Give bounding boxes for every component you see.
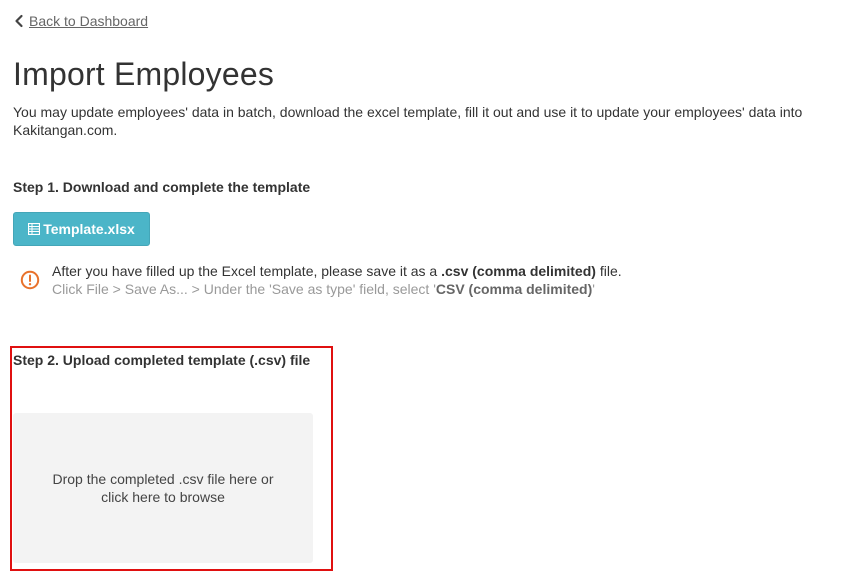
step1-title: Step 1. Download and complete the templa… [13,179,311,195]
spreadsheet-icon [28,223,41,235]
warning-circle-icon [20,270,40,290]
csv-dropzone[interactable]: Drop the completed .csv file here or cli… [13,413,313,563]
intro-text: You may update employees' data in batch,… [13,104,803,138]
step2-title: Step 2. Upload completed template (.csv)… [13,352,311,368]
template-button-label: Template.xlsx [43,221,135,237]
back-link-label: Back to Dashboard [29,13,149,29]
back-to-dashboard-link[interactable]: Back to Dashboard [13,13,148,29]
save-as-csv-notice: After you have filled up the Excel templ… [20,262,622,298]
dropzone-text: Drop the completed .csv file here or cli… [52,471,274,505]
chevron-left-icon [15,14,23,28]
import-employees-page: Back to Dashboard Import Employees You m… [0,0,862,577]
page-title: Import Employees [13,56,275,92]
notice-line-1: After you have filled up the Excel templ… [52,263,622,279]
download-template-button[interactable]: Template.xlsx [13,212,150,246]
notice-line-2: Click File > Save As... > Under the 'Sav… [52,281,595,297]
